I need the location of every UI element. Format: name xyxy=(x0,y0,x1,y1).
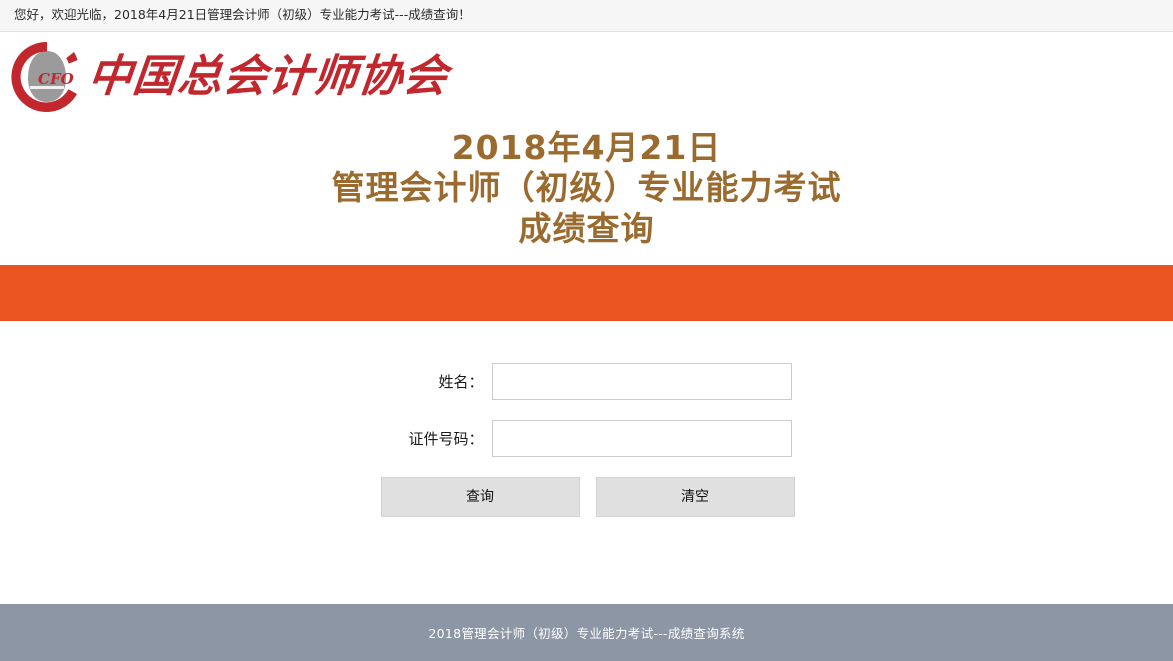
page-footer: 2018管理会计师（初级）专业能力考试---成绩查询系统 xyxy=(0,604,1173,661)
page-title-line-3: 成绩查询 xyxy=(518,208,655,248)
clear-button[interactable]: 清空 xyxy=(595,476,795,517)
page-title: 2018年4月21日 管理会计师（初级）专业能力考试 成绩查询 xyxy=(0,122,1173,265)
welcome-bar: 您好，欢迎光临，2018年4月21日管理会计师（初级）专业能力考试---成绩查询… xyxy=(0,0,1173,32)
name-input[interactable] xyxy=(491,362,792,400)
organization-name: 中国总会计师协会 xyxy=(85,51,451,102)
site-header: CFO 中国总会计师协会 xyxy=(0,32,1173,122)
welcome-message: 您好，欢迎光临，2018年4月21日管理会计师（初级）专业能力考试---成绩查询… xyxy=(14,7,471,23)
form-row-id-number: 证件号码： xyxy=(0,419,1173,457)
cfo-ring-logo-icon: CFO xyxy=(8,38,86,116)
score-query-form: 姓名： 证件号码： 查询 清空 xyxy=(0,321,1173,517)
form-actions: 查询 清空 xyxy=(0,476,1173,517)
svg-text:CFO: CFO xyxy=(38,70,74,88)
query-button[interactable]: 查询 xyxy=(380,476,580,517)
page-title-line-2: 管理会计师（初级）专业能力考试 xyxy=(331,168,842,208)
name-label: 姓名： xyxy=(438,372,484,391)
form-row-name: 姓名： xyxy=(0,362,1173,400)
orange-divider-band xyxy=(0,264,1173,321)
id-number-input[interactable] xyxy=(491,419,792,457)
footer-text: 2018管理会计师（初级）专业能力考试---成绩查询系统 xyxy=(428,626,745,641)
page-title-line-1: 2018年4月21日 xyxy=(451,128,722,167)
id-number-label: 证件号码： xyxy=(408,429,484,448)
